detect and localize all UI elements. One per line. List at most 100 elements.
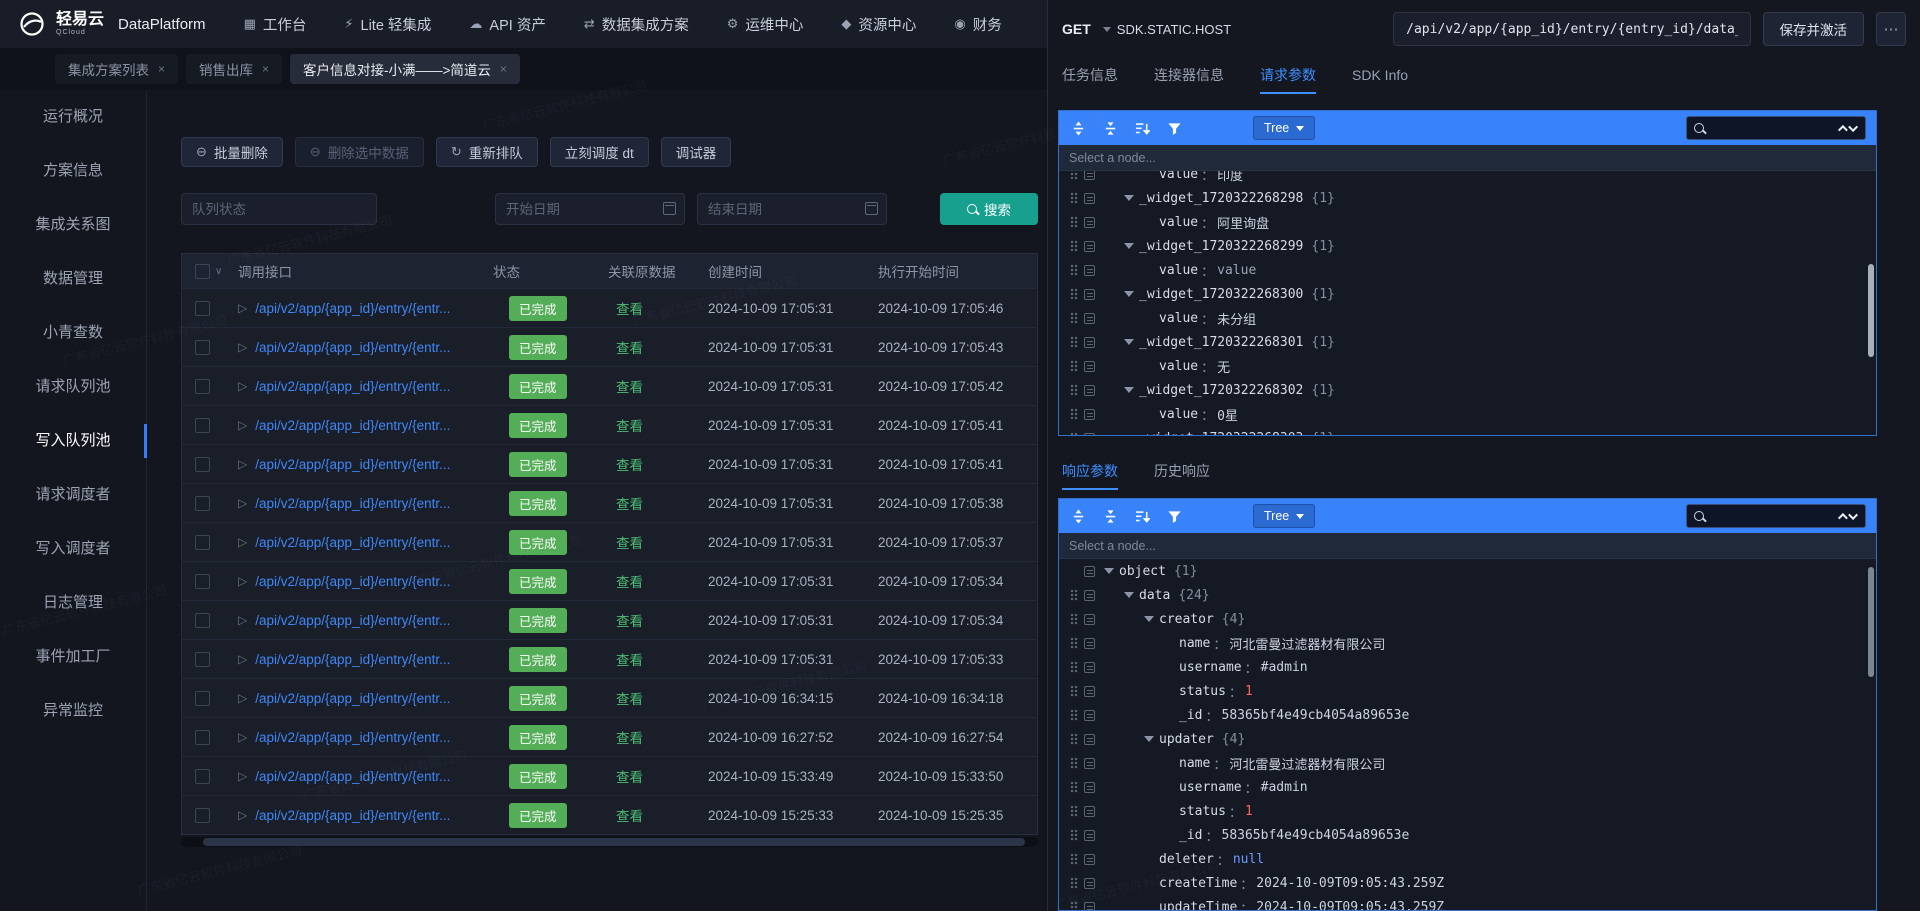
mode-select[interactable]: Tree	[1253, 504, 1316, 528]
row-checkbox[interactable]	[195, 612, 210, 628]
drag-handle-icon[interactable]	[1070, 829, 1078, 841]
row-checkbox[interactable]	[195, 729, 210, 745]
api-link[interactable]: /api/v2/app/{app_id}/entry/{entr...	[255, 730, 450, 745]
context-menu-icon[interactable]	[1084, 877, 1095, 889]
api-link[interactable]: /api/v2/app/{app_id}/entry/{entr...	[255, 613, 450, 628]
context-menu-icon[interactable]	[1084, 709, 1095, 721]
sidebar-item-relation-graph[interactable]: 集成关系图	[0, 198, 146, 252]
view-link[interactable]: 查看	[616, 302, 643, 317]
scrollbar-thumb[interactable]	[203, 838, 1025, 846]
row-checkbox[interactable]	[195, 300, 210, 316]
collapse-all-icon[interactable]	[1101, 119, 1119, 137]
next-match-icon[interactable]	[1848, 121, 1859, 132]
context-menu-icon[interactable]	[1084, 432, 1095, 435]
api-link[interactable]: /api/v2/app/{app_id}/entry/{entr...	[255, 340, 450, 355]
drag-handle-icon[interactable]	[1070, 288, 1078, 300]
collapse-icon[interactable]	[1124, 243, 1134, 249]
drag-handle-icon[interactable]	[1070, 757, 1078, 769]
filter-icon[interactable]	[1165, 119, 1183, 137]
drag-handle-icon[interactable]	[1070, 589, 1078, 601]
nav-item-finance[interactable]: ◉ 财务	[954, 14, 1001, 35]
requeue-button[interactable]: ↻ 重新排队	[435, 137, 538, 167]
row-checkbox[interactable]	[195, 651, 210, 667]
drag-handle-icon[interactable]	[1070, 733, 1078, 745]
queue-status-input[interactable]	[181, 193, 377, 225]
drag-handle-icon[interactable]	[1070, 901, 1078, 910]
view-link[interactable]: 查看	[616, 419, 643, 434]
nav-item-integration[interactable]: ⇄ 数据集成方案	[584, 14, 689, 35]
tab-customer-sync[interactable]: 客户信息对接-小满——>简道云 ×	[290, 54, 520, 84]
collapse-icon[interactable]	[1124, 195, 1134, 201]
view-link[interactable]: 查看	[616, 653, 643, 668]
sidebar-item-write-queue[interactable]: 写入队列池	[0, 414, 147, 468]
context-menu-icon[interactable]	[1084, 757, 1095, 769]
context-menu-icon[interactable]	[1084, 661, 1095, 673]
drag-handle-icon[interactable]	[1070, 336, 1078, 348]
drag-handle-icon[interactable]	[1070, 709, 1078, 721]
expand-all-icon[interactable]	[1069, 119, 1087, 137]
drag-handle-icon[interactable]	[1070, 360, 1078, 372]
batch-delete-button[interactable]: ⊖ 批量删除	[181, 137, 283, 167]
schedule-now-button[interactable]: 立刻调度 dt	[549, 137, 649, 167]
view-link[interactable]: 查看	[616, 497, 643, 512]
api-link[interactable]: /api/v2/app/{app_id}/entry/{entr...	[255, 418, 450, 433]
collapse-icon[interactable]	[1124, 339, 1134, 345]
drag-handle-icon[interactable]	[1070, 877, 1078, 889]
node-path-bar[interactable]: Select a node...	[1059, 145, 1876, 171]
close-icon[interactable]: ×	[262, 62, 269, 76]
drag-handle-icon[interactable]	[1070, 216, 1078, 228]
context-menu-icon[interactable]	[1084, 408, 1095, 420]
context-menu-icon[interactable]	[1084, 853, 1095, 865]
nav-item-workbench[interactable]: ▦ 工作台	[244, 14, 307, 35]
view-link[interactable]: 查看	[616, 575, 643, 590]
more-button[interactable]: ⋯	[1876, 12, 1906, 46]
sidebar-item-data-mgmt[interactable]: 数据管理	[0, 252, 146, 306]
drag-handle-icon[interactable]	[1070, 312, 1078, 324]
search-box[interactable]	[1686, 116, 1866, 140]
view-link[interactable]: 查看	[616, 692, 643, 707]
row-checkbox[interactable]	[195, 378, 210, 394]
collapse-icon[interactable]	[1124, 291, 1134, 297]
nav-item-lite[interactable]: ⚡ Lite 轻集成	[344, 14, 431, 35]
row-checkbox[interactable]	[195, 690, 210, 706]
context-menu-icon[interactable]	[1084, 216, 1095, 228]
view-link[interactable]: 查看	[616, 341, 643, 356]
api-link[interactable]: /api/v2/app/{app_id}/entry/{entr...	[255, 457, 450, 472]
context-menu-icon[interactable]	[1084, 901, 1095, 910]
collapse-icon[interactable]	[1124, 592, 1134, 598]
sidebar-item-anomaly-monitor[interactable]: 异常监控	[0, 684, 146, 738]
sidebar-item-overview[interactable]: 运行概况	[0, 90, 146, 144]
end-date-input[interactable]	[697, 193, 887, 225]
context-menu-icon[interactable]	[1084, 192, 1095, 204]
context-menu-icon[interactable]	[1084, 360, 1095, 372]
context-menu-icon[interactable]	[1084, 829, 1095, 841]
tab-sdk-info[interactable]: SDK Info	[1352, 58, 1408, 94]
sidebar-item-xiaoqing-query[interactable]: 小青查数	[0, 306, 146, 360]
drag-handle-icon[interactable]	[1070, 240, 1078, 252]
play-icon[interactable]: ▷	[238, 769, 247, 783]
method-select[interactable]: GET	[1062, 21, 1091, 37]
drag-handle-icon[interactable]	[1070, 408, 1078, 420]
host-select[interactable]: SDK.STATIC.HOST	[1102, 22, 1231, 37]
context-menu-icon[interactable]	[1084, 685, 1095, 697]
debugger-button[interactable]: 调试器	[660, 137, 732, 167]
context-menu-icon[interactable]	[1084, 781, 1095, 793]
play-icon[interactable]: ▷	[238, 457, 247, 471]
api-link[interactable]: /api/v2/app/{app_id}/entry/{entr...	[255, 691, 450, 706]
context-menu-icon[interactable]	[1084, 336, 1095, 348]
horizontal-scrollbar[interactable]	[181, 837, 1038, 847]
context-menu-icon[interactable]	[1084, 312, 1095, 324]
nav-item-ops-center[interactable]: ⚙ 运维中心	[727, 14, 804, 35]
drag-handle-icon[interactable]	[1070, 805, 1078, 817]
start-date-input[interactable]	[495, 193, 685, 225]
view-link[interactable]: 查看	[616, 809, 643, 824]
play-icon[interactable]: ▷	[238, 418, 247, 432]
context-menu-icon[interactable]	[1084, 171, 1095, 180]
context-menu-icon[interactable]	[1084, 613, 1095, 625]
drag-handle-icon[interactable]	[1070, 432, 1078, 435]
context-menu-icon[interactable]	[1084, 637, 1095, 649]
context-menu-icon[interactable]	[1084, 264, 1095, 276]
collapse-icon[interactable]	[1104, 568, 1114, 574]
search-button[interactable]: 搜索	[940, 193, 1038, 225]
drag-handle-icon[interactable]	[1070, 613, 1078, 625]
